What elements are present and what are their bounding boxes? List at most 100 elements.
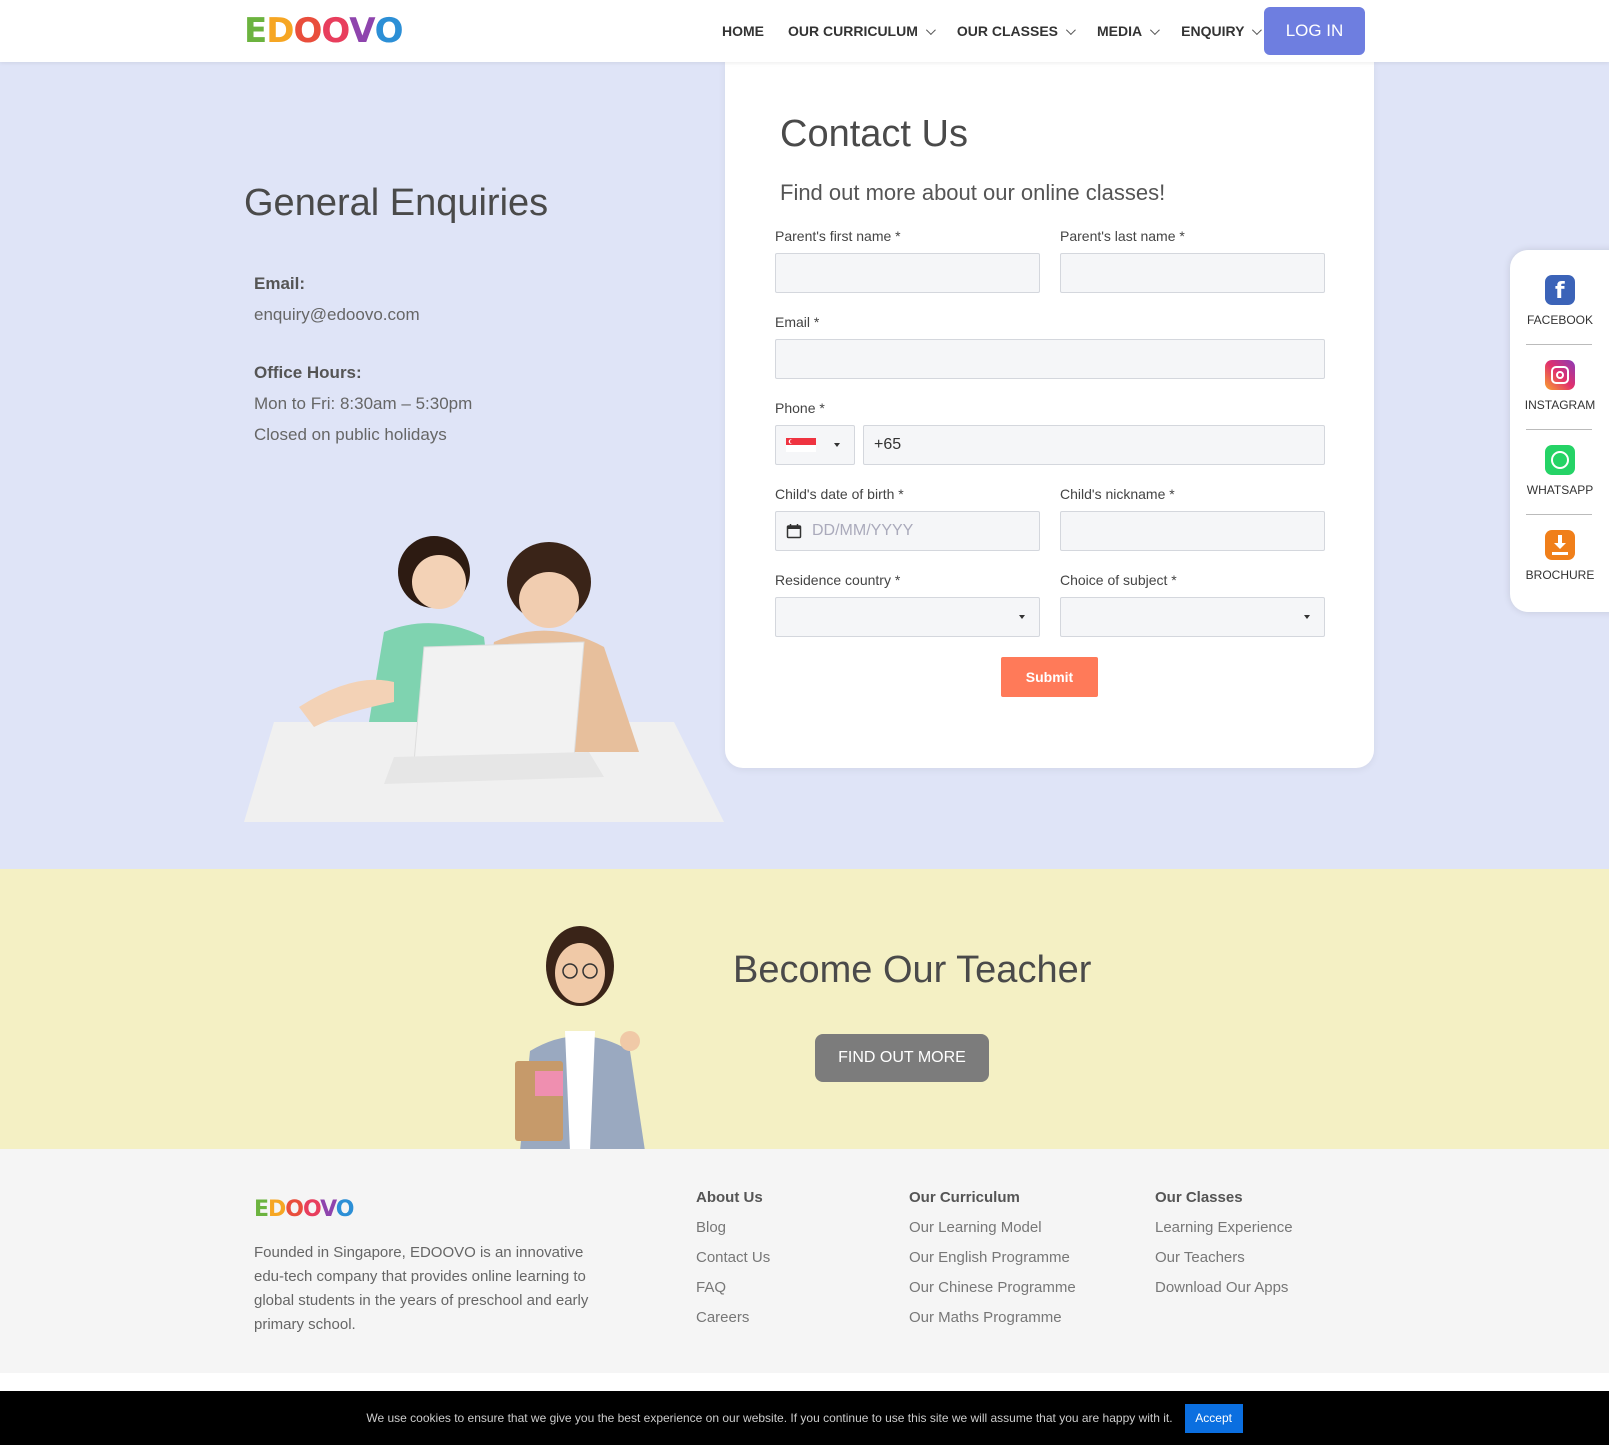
- dob-label: Child's date of birth *: [775, 486, 904, 502]
- login-button[interactable]: LOG IN: [1264, 7, 1365, 55]
- social-label: INSTAGRAM: [1524, 398, 1596, 412]
- footer-link-apps[interactable]: Download Our Apps: [1155, 1278, 1293, 1298]
- logo-letter: O: [293, 11, 322, 51]
- nav-our-curriculum[interactable]: OUR CURRICULUM: [788, 20, 936, 42]
- facebook-link[interactable]: f FACEBOOK: [1510, 275, 1609, 327]
- subject-label: Choice of subject *: [1060, 572, 1177, 588]
- office-hours-line: Closed on public holidays: [254, 425, 447, 444]
- nickname-field[interactable]: [1060, 511, 1325, 551]
- nav-home[interactable]: HOME: [722, 20, 764, 42]
- become-teacher-title: Become Our Teacher: [733, 949, 1092, 991]
- footer-description: Founded in Singapore, EDOOVO is an innov…: [254, 1244, 589, 1333]
- logo-letter: O: [285, 1197, 304, 1222]
- logo-letter: O: [303, 1197, 321, 1222]
- whatsapp-link[interactable]: WHATSAPP: [1510, 445, 1609, 497]
- contact-us-title: Contact Us: [780, 113, 968, 155]
- chevron-down-icon: [1150, 24, 1161, 35]
- footer-link-careers[interactable]: Careers: [696, 1308, 770, 1328]
- footer-heading: Our Curriculum: [909, 1189, 1020, 1206]
- nav-label: ENQUIRY: [1181, 23, 1245, 39]
- general-enquiries-title: General Enquiries: [244, 182, 549, 224]
- footer-link-english[interactable]: Our English Programme: [909, 1248, 1076, 1268]
- nav-label: OUR CLASSES: [956, 23, 1059, 39]
- logo-letter: O: [335, 1197, 355, 1222]
- nav-media[interactable]: MEDIA: [1097, 20, 1161, 42]
- cookie-accept-button[interactable]: Accept: [1184, 1403, 1243, 1433]
- footer-col-curriculum: Our Curriculum Our Learning Model Our En…: [909, 1189, 1076, 1338]
- email-label: Email:: [254, 274, 306, 293]
- logo-letter: D: [266, 11, 294, 51]
- nav-label: HOME: [722, 23, 764, 39]
- footer-logo[interactable]: EDOOVO: [254, 1197, 355, 1222]
- whatsapp-icon: [1545, 445, 1575, 475]
- last-name-label: Parent's last name *: [1060, 228, 1185, 244]
- instagram-icon: [1545, 360, 1575, 390]
- logo-letter: V: [349, 11, 375, 51]
- social-label: BROCHURE: [1525, 568, 1595, 582]
- divider: [1526, 344, 1592, 345]
- chevron-down-icon: [1065, 24, 1076, 35]
- phone-value: +65: [874, 436, 902, 453]
- teacher-image: [515, 926, 645, 1151]
- phone-label: Phone *: [775, 400, 825, 416]
- facebook-icon: f: [1545, 275, 1575, 305]
- find-out-more-button[interactable]: FIND OUT MORE: [815, 1034, 989, 1082]
- logo-letter: O: [321, 11, 350, 51]
- nav-enquiry[interactable]: ENQUIRY: [1181, 20, 1263, 42]
- country-code-select[interactable]: [775, 425, 855, 465]
- social-label: WHATSAPP: [1526, 483, 1594, 497]
- email-field[interactable]: [775, 339, 1325, 379]
- caret-down-icon: [1019, 615, 1025, 619]
- first-name-label: Parent's first name *: [775, 228, 901, 244]
- footer-link-faq[interactable]: FAQ: [696, 1278, 770, 1298]
- social-sidebar: f FACEBOOK INSTAGRAM WHATSAPP BROCHURE: [1510, 250, 1609, 612]
- subject-select[interactable]: [1060, 597, 1325, 637]
- footer-link-maths[interactable]: Our Maths Programme: [909, 1308, 1076, 1328]
- contact-form-card: Contact Us Find out more about our onlin…: [725, 60, 1374, 768]
- become-teacher-section: Become Our Teacher FIND OUT MORE: [0, 869, 1609, 1151]
- divider: [1526, 514, 1592, 515]
- caret-down-icon: [1304, 615, 1310, 619]
- logo-letter: O: [374, 11, 404, 51]
- footer-link-contact[interactable]: Contact Us: [696, 1248, 770, 1268]
- footer-link-blog[interactable]: Blog: [696, 1218, 770, 1238]
- footer-heading: Our Classes: [1155, 1189, 1243, 1206]
- caret-down-icon: [834, 443, 840, 447]
- footer-link-learning-model[interactable]: Our Learning Model: [909, 1218, 1076, 1238]
- submit-button[interactable]: Submit: [1001, 657, 1098, 697]
- logo-letter: V: [320, 1197, 337, 1222]
- logo-letter: D: [268, 1197, 286, 1222]
- nickname-label: Child's nickname *: [1060, 486, 1175, 502]
- site-footer: EDOOVO Founded in Singapore, EDOOVO is a…: [0, 1149, 1609, 1373]
- last-name-field[interactable]: [1060, 253, 1325, 293]
- phone-field[interactable]: +65: [863, 425, 1325, 465]
- chevron-down-icon: [925, 24, 936, 35]
- email-label: Email *: [775, 314, 820, 330]
- download-icon: [1545, 530, 1575, 560]
- footer-link-learning-experience[interactable]: Learning Experience: [1155, 1218, 1293, 1238]
- parent-child-laptop-image: [244, 536, 724, 822]
- footer-col-about: About Us Blog Contact Us FAQ Careers: [696, 1189, 770, 1338]
- brochure-link[interactable]: BROCHURE: [1510, 530, 1609, 582]
- office-hours-label: Office Hours:: [254, 363, 362, 382]
- nav-label: OUR CURRICULUM: [788, 23, 918, 39]
- residence-country-label: Residence country *: [775, 572, 901, 588]
- cookie-text: We use cookies to ensure that we give yo…: [366, 1411, 1173, 1425]
- contact-subtitle: Find out more about our online classes!: [780, 180, 1166, 205]
- nav-our-classes[interactable]: OUR CLASSES: [956, 20, 1076, 42]
- email-address[interactable]: enquiry@edoovo.com: [254, 304, 472, 325]
- footer-link-teachers[interactable]: Our Teachers: [1155, 1248, 1293, 1268]
- first-name-field[interactable]: [775, 253, 1040, 293]
- edoovo-logo[interactable]: E D O O V O: [244, 11, 404, 51]
- footer-link-chinese[interactable]: Our Chinese Programme: [909, 1278, 1076, 1298]
- chevron-down-icon: [1252, 24, 1263, 35]
- residence-country-select[interactable]: [775, 597, 1040, 637]
- divider: [1526, 429, 1592, 430]
- nav-label: MEDIA: [1097, 23, 1143, 39]
- instagram-link[interactable]: INSTAGRAM: [1510, 360, 1609, 412]
- singapore-flag-icon: [786, 438, 816, 452]
- logo-letter: E: [254, 1197, 269, 1222]
- logo-letter: E: [244, 11, 267, 51]
- footer-bottom-strip: [0, 1373, 1609, 1391]
- dob-field[interactable]: DD/MM/YYYY: [775, 511, 1040, 551]
